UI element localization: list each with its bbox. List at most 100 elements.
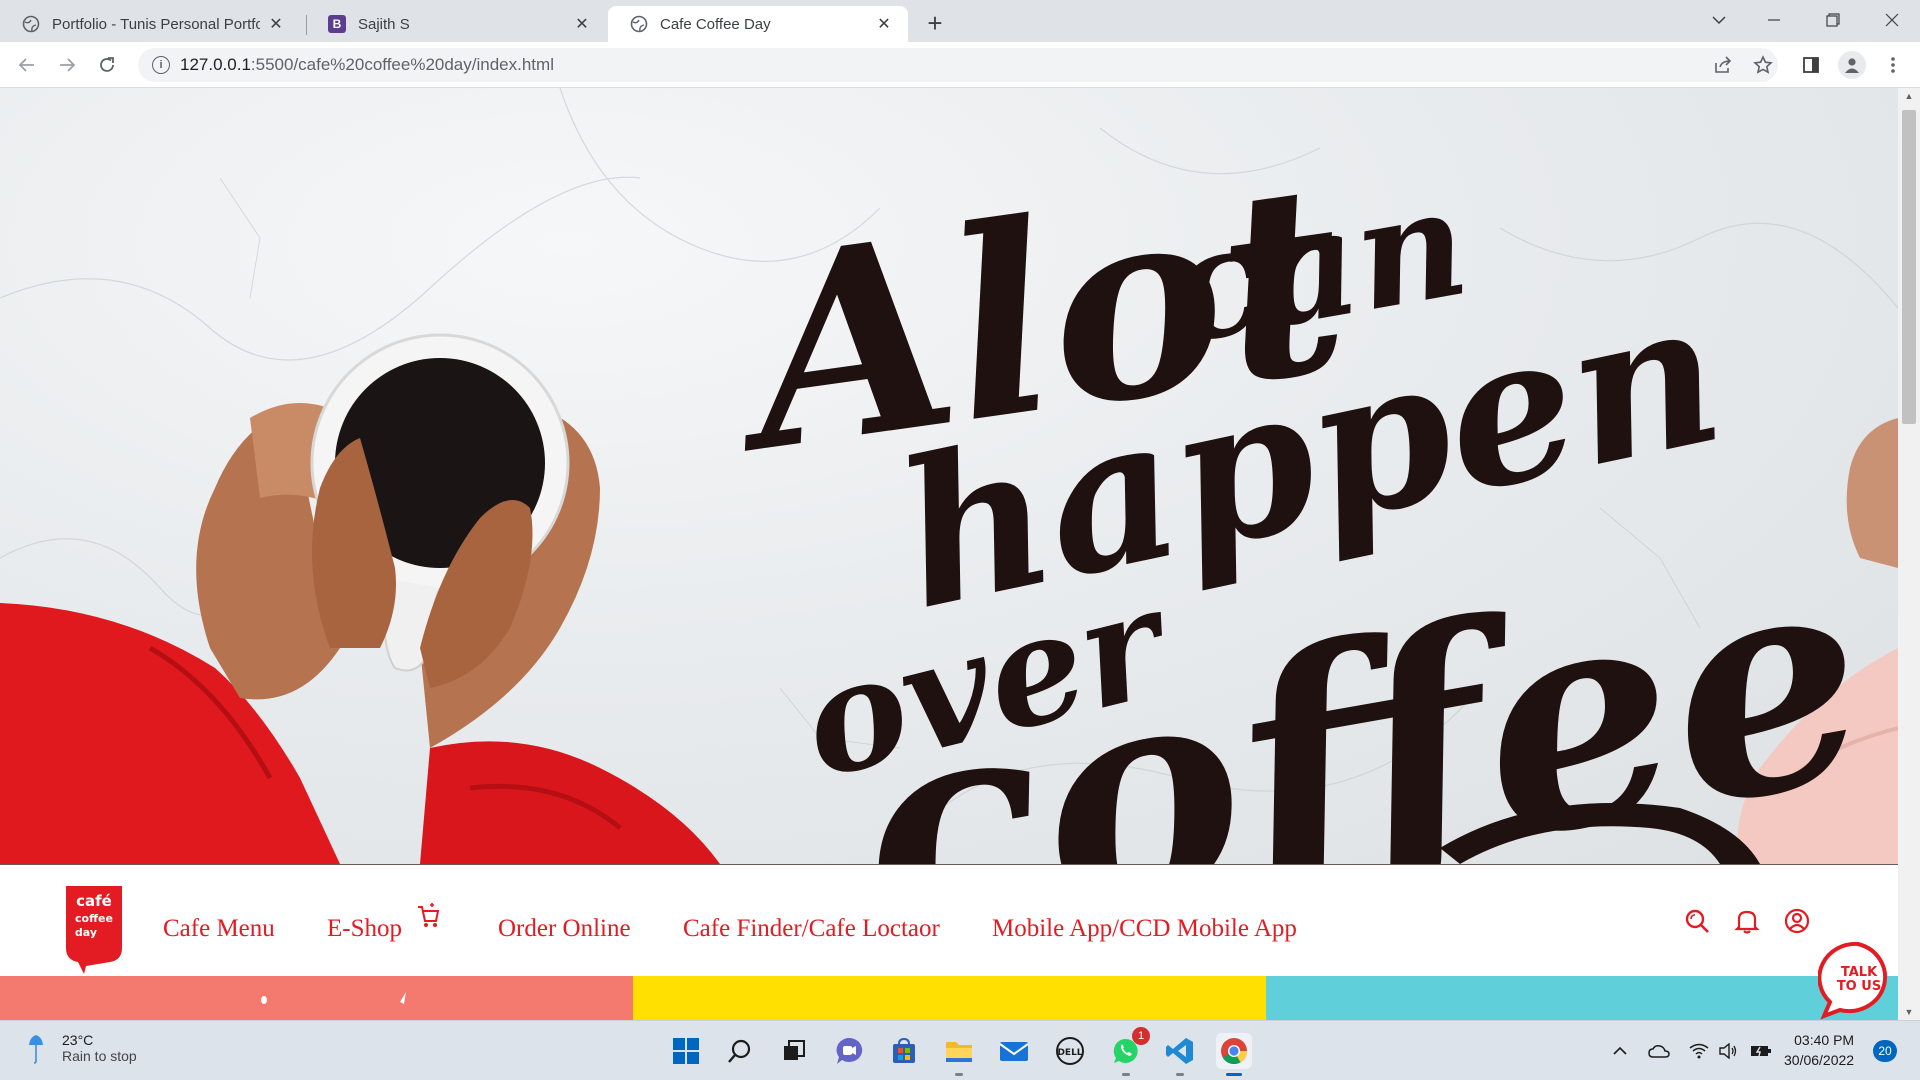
tab-title: Sajith S — [358, 15, 410, 33]
nav-link-e-shop[interactable]: E-Shop — [327, 915, 402, 943]
tab-sajith[interactable]: B Sajith S ✕ — [306, 6, 606, 42]
side-panel-button[interactable] — [1796, 50, 1826, 80]
tab-title: Cafe Coffee Day — [660, 15, 771, 33]
tab-close-button[interactable]: ✕ — [874, 14, 894, 34]
arrow-right-icon — [60, 58, 76, 72]
mail-app[interactable] — [996, 1033, 1032, 1069]
store-icon — [893, 1037, 915, 1063]
vscode-app[interactable] — [1162, 1033, 1198, 1076]
scroll-up-arrow[interactable]: ▲ — [1898, 88, 1920, 104]
hero-banner: Alot can happen over coffee — [0, 88, 1898, 864]
scroll-thumb[interactable] — [1902, 110, 1916, 424]
nav-link-order-online[interactable]: Order Online — [498, 915, 631, 943]
teams-chat-icon — [836, 1037, 863, 1064]
running-indicator — [1122, 1073, 1130, 1076]
reload-icon — [100, 57, 114, 72]
profile-button[interactable] — [1838, 51, 1866, 79]
tab-search-button[interactable] — [1691, 0, 1747, 40]
wifi-icon — [1689, 1043, 1709, 1059]
close-icon — [1885, 13, 1899, 27]
dell-logo-icon: DELL — [1056, 1037, 1084, 1065]
chat-app[interactable] — [831, 1033, 867, 1069]
browser-tab-bar: Portfolio - Tunis Personal Portfolio ✕ B… — [0, 0, 1920, 42]
tab-close-button[interactable]: ✕ — [266, 14, 286, 34]
chevron-up-icon — [1613, 1046, 1627, 1055]
system-clock[interactable]: 03:40 PM 30/06/2022 — [1784, 1030, 1854, 1070]
new-tab-button[interactable]: + — [920, 8, 950, 38]
stripe-teal — [1266, 976, 1898, 1020]
weather-widget[interactable]: 23°C Rain to stop — [26, 1031, 137, 1065]
info-icon[interactable]: i — [152, 56, 170, 74]
address-bar[interactable]: i 127.0.0.1:5500/cafe%20coffee%20day/ind… — [138, 48, 1778, 82]
page-viewport: Alot can happen over coffee café coffee … — [0, 88, 1920, 1020]
show-hidden-icons-button[interactable] — [1608, 1039, 1632, 1063]
umbrella-icon — [29, 1035, 43, 1064]
clock-date: 30/06/2022 — [1784, 1052, 1855, 1068]
share-button[interactable] — [1708, 50, 1738, 80]
minimize-button[interactable] — [1746, 0, 1802, 40]
chrome-app[interactable] — [1216, 1033, 1252, 1076]
tab-cafe-coffee-day[interactable]: Cafe Coffee Day ✕ — [608, 6, 908, 42]
logo-word-cafe: café — [76, 892, 112, 910]
arrow-left-icon — [18, 58, 34, 72]
weather-condition: Rain to stop — [62, 1048, 137, 1064]
minimize-icon — [1768, 19, 1780, 21]
start-button[interactable] — [668, 1033, 704, 1069]
back-button[interactable] — [10, 49, 44, 81]
notification-count-badge[interactable]: 20 — [1873, 1040, 1897, 1062]
windows-taskbar: 23°C Rain to stop DELL 1 03:40 PM 30/06/… — [0, 1020, 1920, 1080]
nav-link-cafe-finder[interactable]: Cafe Finder/Cafe Loctaor — [683, 915, 940, 943]
file-explorer-app[interactable] — [941, 1033, 977, 1076]
bell-icon[interactable] — [1733, 907, 1761, 935]
cloud-icon — [1648, 1045, 1670, 1058]
page-scrollbar[interactable]: ▲ ▼ — [1898, 88, 1920, 1020]
task-view-button[interactable] — [776, 1033, 812, 1069]
whatsapp-badge: 1 — [1132, 1027, 1150, 1045]
reload-button[interactable] — [90, 49, 124, 81]
wifi-button[interactable] — [1687, 1039, 1711, 1063]
url-path: :5500/cafe%20coffee%20day/index.html — [250, 55, 554, 74]
talk-label-line1: TALK — [1841, 965, 1878, 980]
color-stripe-bar — [0, 976, 1898, 1020]
search-icon[interactable] — [1683, 907, 1711, 935]
forward-button[interactable] — [50, 49, 84, 81]
cafe-coffee-day-logo[interactable]: café coffee day — [62, 882, 126, 974]
side-panel-icon — [1803, 57, 1819, 73]
volume-button[interactable] — [1716, 1039, 1740, 1063]
scroll-down-arrow[interactable]: ▼ — [1898, 1004, 1920, 1020]
taskbar-search-button[interactable] — [722, 1033, 758, 1069]
logo-word-day: day — [75, 926, 97, 939]
restore-icon — [1826, 13, 1840, 27]
onedrive-button[interactable] — [1647, 1039, 1671, 1063]
running-indicator — [1176, 1073, 1184, 1076]
store-app[interactable] — [886, 1033, 922, 1069]
star-icon — [1753, 55, 1773, 74]
bootstrap-icon: B — [328, 15, 346, 33]
kebab-menu-icon — [1891, 57, 1895, 73]
stripe-decoration — [261, 992, 406, 1004]
tab-close-button[interactable]: ✕ — [572, 14, 592, 34]
svg-text:DELL: DELL — [1057, 1048, 1082, 1058]
windows-logo-icon — [673, 1038, 699, 1064]
globe-icon — [22, 15, 40, 33]
battery-button[interactable] — [1749, 1039, 1773, 1063]
tab-portfolio[interactable]: Portfolio - Tunis Personal Portfolio ✕ — [0, 6, 300, 42]
user-icon[interactable] — [1783, 907, 1811, 935]
share-icon — [1715, 56, 1732, 73]
talk-to-us-button[interactable]: TALK TO US — [1818, 940, 1898, 1020]
tab-title: Portfolio - Tunis Personal Portfolio — [52, 15, 260, 33]
dell-app[interactable]: DELL — [1052, 1033, 1088, 1069]
talk-label-line2: TO US — [1837, 979, 1881, 994]
whatsapp-app[interactable]: 1 — [1108, 1027, 1150, 1076]
folder-icon — [946, 1042, 972, 1062]
menu-button[interactable] — [1878, 50, 1908, 80]
restore-button[interactable] — [1805, 0, 1861, 40]
url-host: 127.0.0.1 — [180, 55, 251, 74]
bookmark-button[interactable] — [1748, 50, 1778, 80]
nav-link-mobile-app[interactable]: Mobile App/CCD Mobile App — [992, 915, 1297, 943]
speaker-icon — [1719, 1043, 1737, 1059]
weather-temperature: 23°C — [62, 1032, 94, 1048]
nav-link-cafe-menu[interactable]: Cafe Menu — [163, 915, 275, 943]
cart-icon[interactable] — [416, 901, 440, 929]
close-window-button[interactable] — [1864, 0, 1920, 40]
